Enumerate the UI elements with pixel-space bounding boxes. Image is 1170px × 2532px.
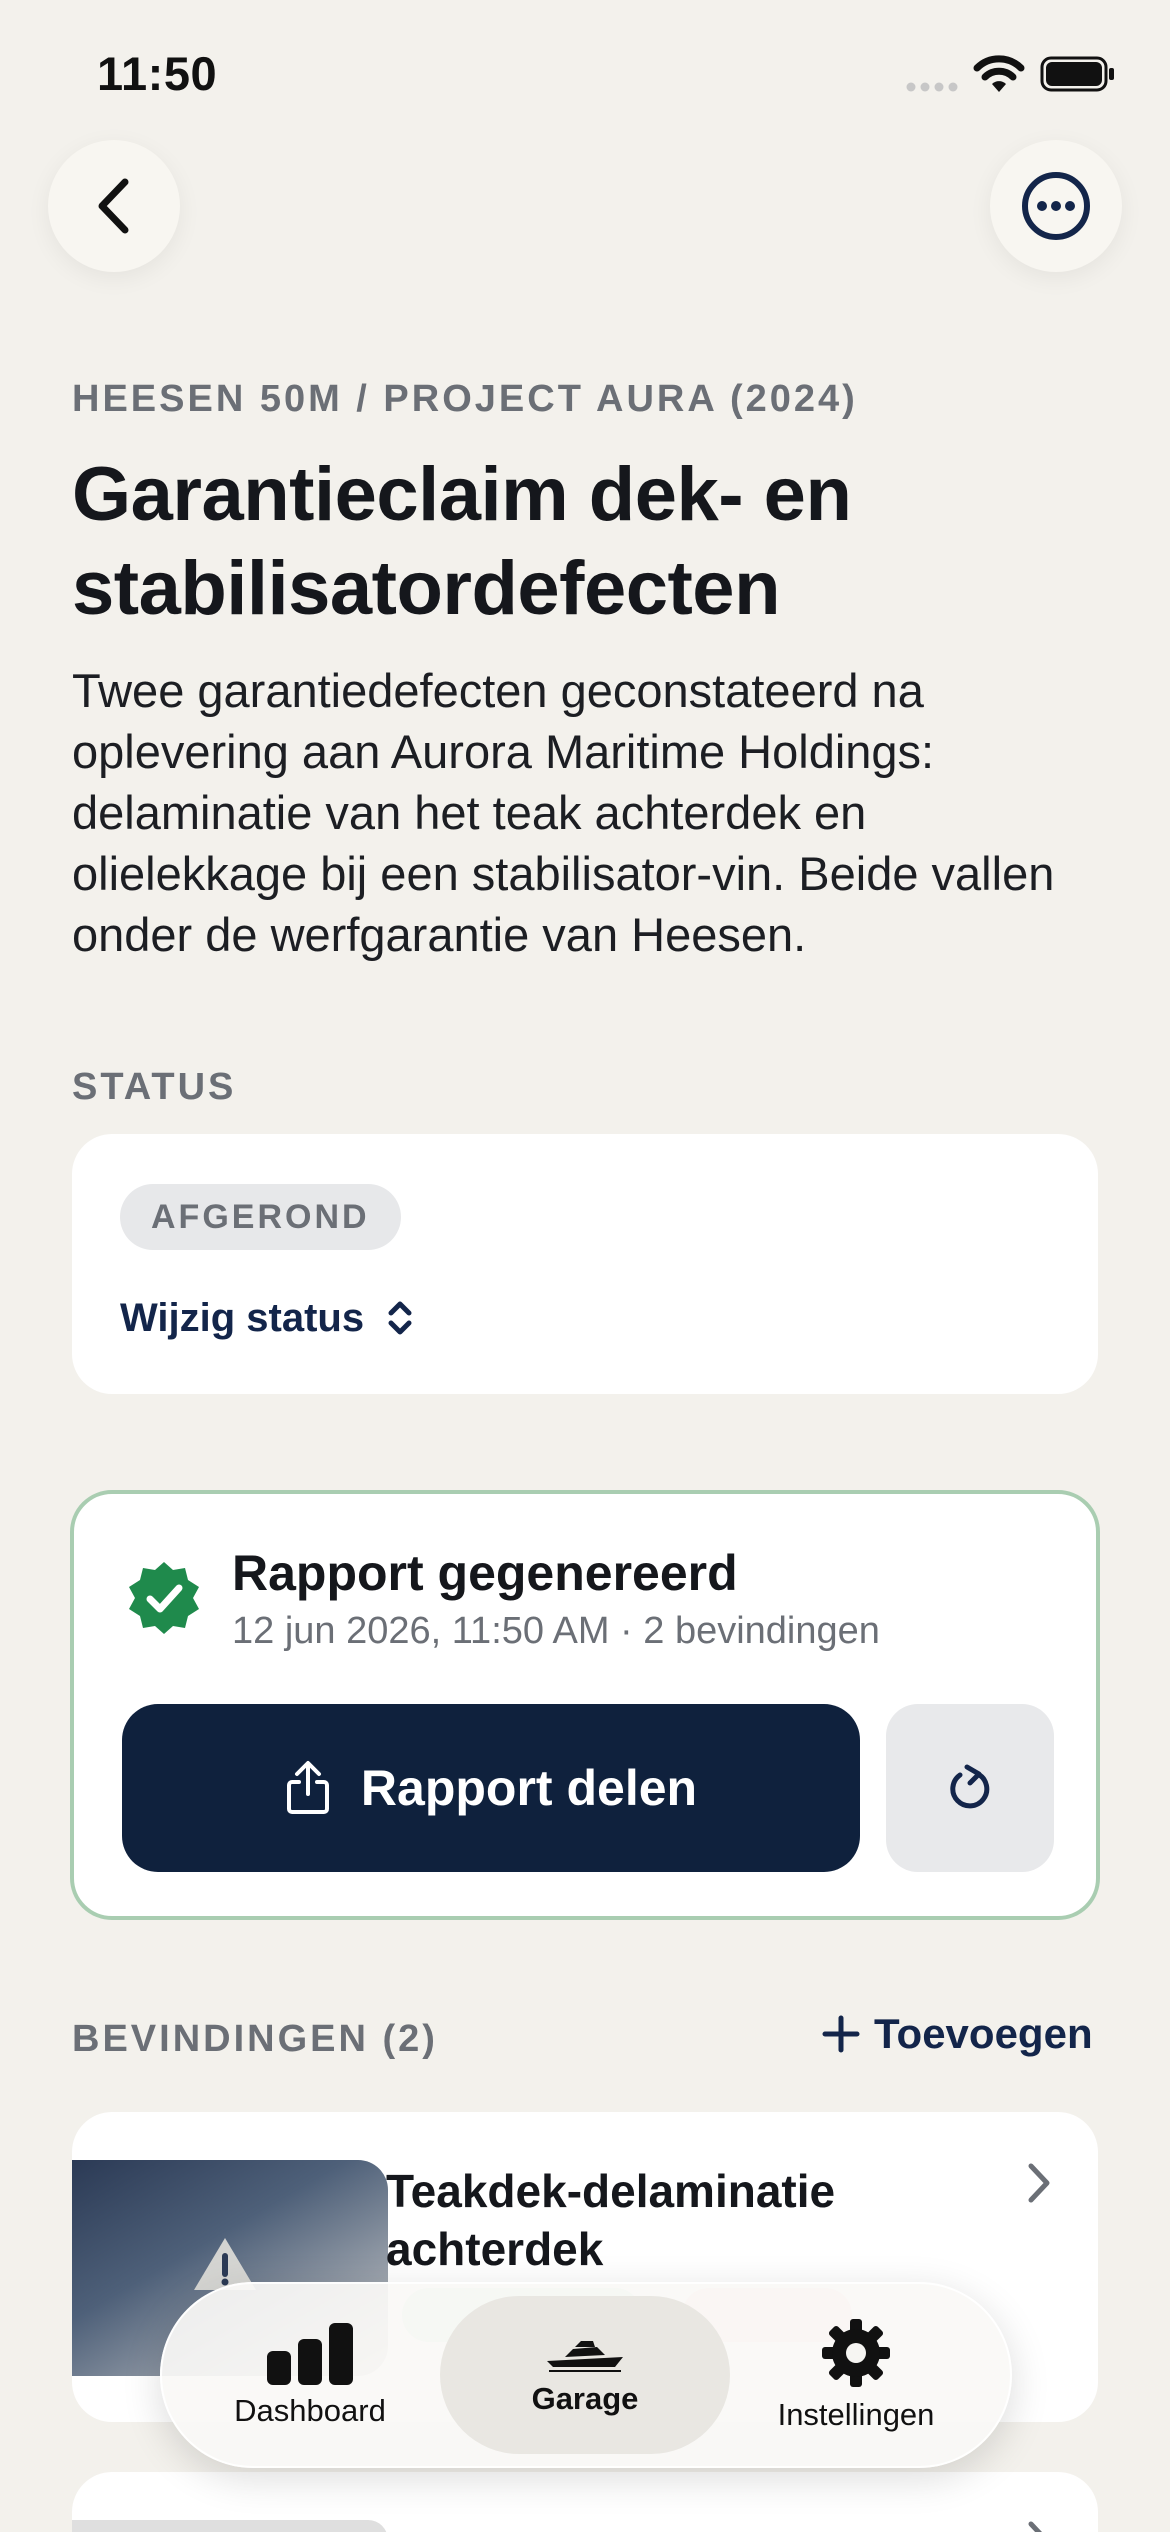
- tab-dashboard[interactable]: Dashboard: [200, 2282, 420, 2468]
- plus-icon: [822, 2015, 860, 2053]
- tab-settings-label: Instellingen: [777, 2397, 935, 2432]
- verified-check-icon: [129, 1562, 199, 1634]
- breadcrumb: HEESEN 50M / PROJECT AURA (2024): [72, 378, 858, 420]
- tab-garage[interactable]: Garage: [440, 2282, 730, 2468]
- status-section-label: STATUS: [72, 1066, 237, 1108]
- share-report-button[interactable]: Rapport delen: [122, 1704, 860, 1872]
- refresh-icon: [950, 1764, 990, 1809]
- tab-dashboard-label: Dashboard: [234, 2393, 386, 2428]
- wifi-icon: [973, 55, 1025, 92]
- back-button[interactable]: [48, 140, 180, 272]
- page-title: Garantieclaim dek- en stabilisatordefect…: [72, 452, 852, 631]
- report-card: Rapport gegenereerd 12 jun 2026, 11:50 A…: [70, 1490, 1100, 1920]
- finding-title: Teakdek-delaminatie achterdek: [386, 2165, 836, 2275]
- tab-bar: Dashboard Garage Instellingen: [160, 2282, 1012, 2468]
- change-status-label: Wijzig status: [120, 1295, 365, 1340]
- share-report-label: Rapport delen: [360, 1760, 698, 1816]
- share-icon: [286, 1761, 329, 1814]
- status-card: AFGEROND Wijzig status: [72, 1134, 1098, 1394]
- status-badge: AFGEROND: [120, 1184, 401, 1250]
- add-finding-button[interactable]: Toevoegen: [822, 2010, 1093, 2058]
- change-status-button[interactable]: Wijzig status: [120, 1290, 414, 1346]
- chevron-right-icon: [1028, 2521, 1042, 2532]
- chevron-right-icon: [1028, 2163, 1050, 2203]
- report-meta: 12 jun 2026, 11:50 AM · 2 bevindingen: [232, 1610, 880, 1652]
- cellular-signal-icon: [906, 82, 958, 92]
- claim-description: Twee garantiedefecten geconstateerd na o…: [72, 664, 1055, 961]
- tab-settings[interactable]: Instellingen: [740, 2282, 972, 2468]
- list-item[interactable]: [72, 2472, 1098, 2532]
- gear-icon: [822, 2319, 890, 2387]
- regenerate-report-button[interactable]: [886, 1704, 1054, 1872]
- chevron-up-down-icon: [388, 1301, 412, 1335]
- finding-thumbnail: [72, 2520, 388, 2532]
- findings-section-label: BEVINDINGEN (2): [72, 2018, 438, 2060]
- more-options-button[interactable]: [990, 140, 1122, 272]
- bar-chart-icon: [267, 2323, 353, 2385]
- battery-icon: [1040, 56, 1114, 92]
- tab-garage-label: Garage: [531, 2381, 639, 2416]
- yacht-icon: [547, 2341, 623, 2372]
- ellipsis-circle-icon: [1022, 172, 1090, 240]
- report-title: Rapport gegenereerd: [232, 1545, 738, 1601]
- status-bar-time: 11:50: [97, 47, 218, 100]
- chevron-left-icon: [98, 178, 129, 234]
- add-finding-label: Toevoegen: [874, 2010, 1093, 2057]
